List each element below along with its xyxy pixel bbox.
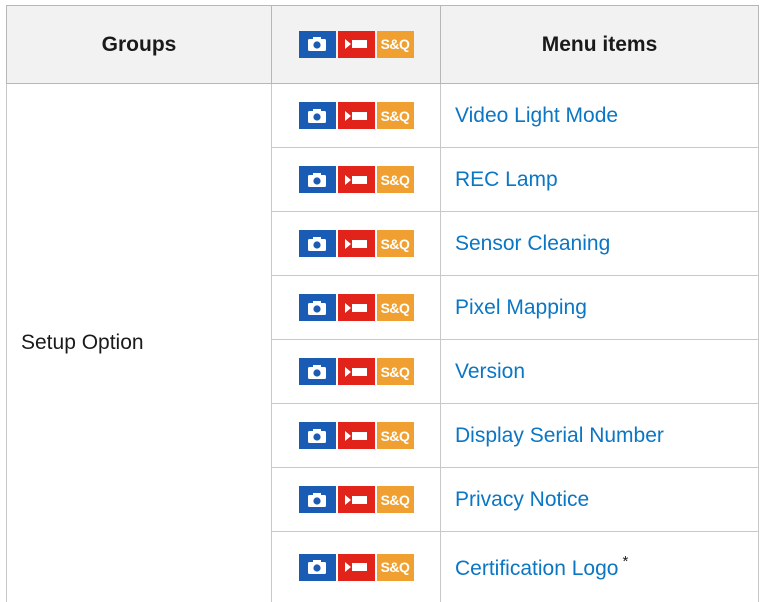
mode-cell: S&Q (272, 340, 441, 404)
menu-table: Groups S&Q Menu items Setup Option (6, 5, 759, 602)
mode-cell: S&Q (272, 276, 441, 340)
menu-item-cell: Video Light Mode (441, 84, 759, 148)
table-row: Setup Option S&Q Video Light Mode (7, 84, 759, 148)
s-and-q-icon: S&Q (377, 102, 414, 129)
menu-item-cell: Privacy Notice (441, 468, 759, 532)
modes-header: S&Q (272, 6, 441, 84)
camera-icon (299, 294, 336, 321)
movie-icon (338, 166, 375, 193)
mode-icons: S&Q (299, 554, 414, 581)
menu-items-header: Menu items (441, 6, 759, 84)
mode-icons: S&Q (299, 486, 414, 513)
movie-icon (338, 422, 375, 449)
mode-icons: S&Q (299, 230, 414, 257)
mode-icons: S&Q (299, 358, 414, 385)
movie-icon (338, 294, 375, 321)
menu-item-cell: REC Lamp (441, 148, 759, 212)
group-name: Setup Option (7, 84, 272, 602)
menu-item-link[interactable]: Sensor Cleaning (455, 232, 610, 255)
s-and-q-icon: S&Q (377, 554, 414, 581)
mode-icons: S&Q (299, 166, 414, 193)
mode-cell: S&Q (272, 84, 441, 148)
menu-item-cell: Version (441, 340, 759, 404)
menu-item-cell: Display Serial Number (441, 404, 759, 468)
camera-icon (299, 358, 336, 385)
menu-item-cell: Pixel Mapping (441, 276, 759, 340)
menu-item-cell: Certification Logo* (441, 532, 759, 602)
movie-icon (338, 31, 375, 58)
mode-cell: S&Q (272, 212, 441, 276)
mode-icons: S&Q (299, 102, 414, 129)
movie-icon (338, 230, 375, 257)
mode-icons: S&Q (299, 294, 414, 321)
s-and-q-icon: S&Q (377, 294, 414, 321)
camera-icon (299, 31, 336, 58)
camera-icon (299, 554, 336, 581)
menu-item-link[interactable]: Video Light Mode (455, 104, 618, 127)
movie-icon (338, 554, 375, 581)
mode-cell: S&Q (272, 148, 441, 212)
mode-cell: S&Q (272, 404, 441, 468)
menu-item-link[interactable]: Pixel Mapping (455, 296, 587, 319)
groups-header: Groups (7, 6, 272, 84)
movie-icon (338, 102, 375, 129)
camera-icon (299, 102, 336, 129)
menu-item-link[interactable]: Version (455, 360, 525, 383)
s-and-q-icon: S&Q (377, 486, 414, 513)
menu-item-link[interactable]: REC Lamp (455, 168, 558, 191)
header-row: Groups S&Q Menu items (7, 6, 759, 84)
footnote-marker: * (622, 553, 628, 570)
menu-item-cell: Sensor Cleaning (441, 212, 759, 276)
s-and-q-icon: S&Q (377, 358, 414, 385)
s-and-q-icon: S&Q (377, 230, 414, 257)
s-and-q-icon: S&Q (377, 422, 414, 449)
movie-icon (338, 358, 375, 385)
mode-icons: S&Q (299, 31, 414, 58)
camera-icon (299, 486, 336, 513)
camera-icon (299, 422, 336, 449)
camera-icon (299, 166, 336, 193)
camera-icon (299, 230, 336, 257)
menu-item-link[interactable]: Certification Logo (455, 557, 618, 580)
s-and-q-icon: S&Q (377, 166, 414, 193)
menu-item-link[interactable]: Privacy Notice (455, 488, 589, 511)
movie-icon (338, 486, 375, 513)
mode-cell: S&Q (272, 468, 441, 532)
menu-item-link[interactable]: Display Serial Number (455, 424, 664, 447)
mode-cell: S&Q (272, 532, 441, 602)
s-and-q-icon: S&Q (377, 31, 414, 58)
mode-icons: S&Q (299, 422, 414, 449)
